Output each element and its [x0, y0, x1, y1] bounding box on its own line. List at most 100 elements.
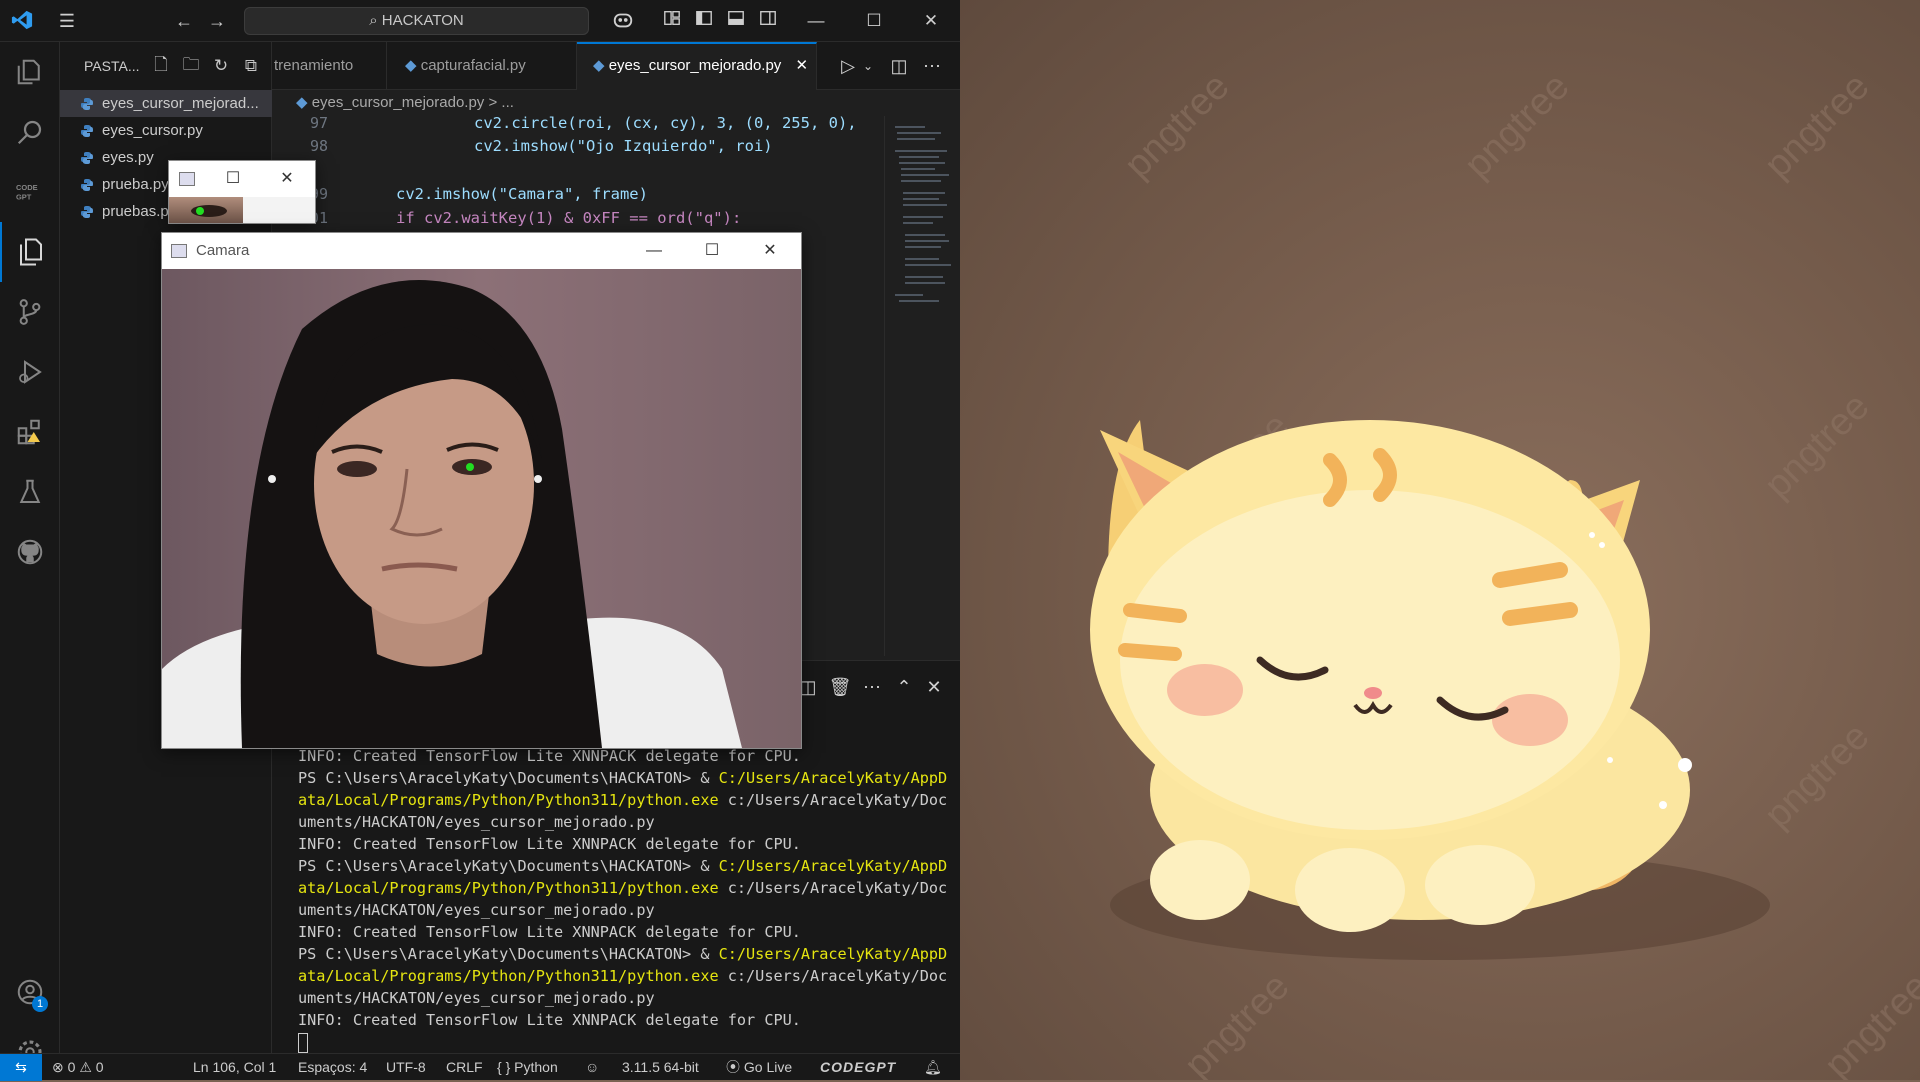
terminal-line: PS C:\Users\AracelyKaty\Documents\HACKAT… [298, 769, 948, 787]
new-file-icon[interactable]: 🗋 [146, 51, 176, 81]
close-button[interactable]: ✕ [742, 233, 798, 269]
split-editor-icon[interactable]: ◫ [887, 54, 911, 78]
run-debug-icon[interactable] [0, 342, 60, 402]
camera-window[interactable]: Camara — ☐ ✕ [161, 232, 802, 749]
python-file-icon [81, 179, 93, 191]
end-of-line[interactable]: CRLF [446, 1054, 483, 1081]
maximize-panel-icon[interactable]: ⌃ [892, 675, 916, 699]
close-button[interactable]: ✕ [902, 0, 960, 42]
back-arrow-icon[interactable]: ← [172, 9, 196, 33]
command-center-search[interactable]: ⌕ HACKATON [244, 7, 589, 35]
eye-roi-window[interactable]: ☐ ✕ [168, 160, 316, 224]
terminal-line: INFO: Created TensorFlow Lite XNNPACK de… [298, 835, 801, 853]
watermark-text: pngtree [1177, 966, 1298, 1080]
python-file-icon: ◆ [593, 57, 609, 74]
terminal-line: uments/HACKATON/eyes_cursor_mejorado.py [298, 989, 655, 1007]
tab-trenamiento[interactable]: trenamiento [272, 42, 387, 90]
minimap[interactable] [884, 116, 960, 656]
code-line[interactable]: cv2.imshow("Ojo Izquierdo", roi) [474, 137, 773, 155]
github-icon[interactable] [0, 522, 60, 582]
minimize-button[interactable]: — [626, 233, 682, 269]
language-mode[interactable]: { } Python [497, 1054, 558, 1081]
collapse-all-icon[interactable]: ⧉ [236, 51, 266, 81]
problems-indicator[interactable]: ⊗ 0 ⚠ 0 [52, 1054, 104, 1081]
refresh-icon[interactable]: ↻ [206, 51, 236, 81]
error-icon: ⊗ [52, 1059, 68, 1075]
encoding[interactable]: UTF-8 [386, 1054, 426, 1081]
camera-window-title: Camara [196, 242, 250, 259]
toggle-primary-sidebar-icon[interactable] [692, 9, 716, 33]
file-item[interactable]: eyes_cursor_mejorad... [60, 90, 272, 117]
code-line[interactable]: cv2.circle(roi, (cx, cy), 3, (0, 255, 0)… [474, 114, 857, 132]
code-line[interactable]: if cv2.waitKey(1) & 0xFF == ord("q"): [396, 209, 741, 227]
python-file-icon [81, 152, 93, 164]
chevron-down-icon[interactable]: ⌄ [856, 54, 880, 78]
terminal-line: PS C:\Users\AracelyKaty\Documents\HACKAT… [298, 857, 948, 875]
file-name: prueba.py [102, 176, 169, 193]
watermark-text: pngtree [1117, 66, 1238, 187]
eye-roi-titlebar[interactable]: ☐ ✕ [169, 161, 315, 197]
breadcrumb: ◆ eyes_cursor_mejorado.py > ... [272, 90, 960, 116]
copilot-icon[interactable] [605, 9, 641, 33]
testing-flask-icon[interactable] [0, 462, 60, 522]
extensions-icon[interactable] [0, 402, 60, 462]
cursor-position[interactable]: Ln 106, Col 1 [193, 1054, 276, 1081]
file-name: eyes.py [102, 149, 154, 166]
close-panel-icon[interactable]: ✕ [922, 675, 946, 699]
menu-hamburger-icon[interactable]: ☰ [55, 9, 79, 33]
trash-icon[interactable]: 🗑 [828, 675, 852, 699]
activity-bar: CODEGPT 1 1 [0, 42, 60, 1072]
svg-text:GPT: GPT [16, 193, 32, 202]
title-bar: ☰ ← → ⌕ HACKATON — ☐ ✕ [0, 0, 960, 42]
svg-text:CODE: CODE [16, 183, 38, 192]
explorer-icon[interactable] [0, 42, 60, 102]
maximize-button[interactable]: ☐ [684, 233, 740, 269]
python-file-icon: ◆ [405, 57, 421, 74]
watermark-text: pngtree [1817, 966, 1920, 1080]
new-folder-icon[interactable]: 🗀 [176, 51, 206, 81]
toggle-secondary-sidebar-icon[interactable] [756, 9, 780, 33]
watermark-text: pngtree [1757, 716, 1878, 837]
go-live-button[interactable]: ⦿ Go Live [726, 1054, 792, 1081]
toggle-panel-icon[interactable] [724, 9, 748, 33]
broadcast-icon: ⦿ [726, 1059, 744, 1075]
maximize-button[interactable]: ☐ [205, 161, 261, 197]
close-button[interactable]: ✕ [259, 161, 315, 197]
remote-indicator-icon[interactable]: ⇆ [0, 1054, 42, 1081]
breadcrumb-more[interactable]: ... [501, 94, 514, 111]
line-number: 97 [309, 114, 328, 132]
watermark-text: pngtree [1757, 66, 1878, 187]
copilot-status-icon[interactable]: ☺ [585, 1054, 599, 1081]
accounts-icon[interactable]: 1 [0, 962, 60, 1022]
search-icon[interactable] [0, 102, 60, 162]
minimize-button[interactable]: — [787, 0, 845, 42]
close-tab-icon[interactable]: ✕ [795, 57, 808, 74]
indentation[interactable]: Espaços: 4 [298, 1054, 367, 1081]
customize-layout-icon[interactable] [660, 9, 684, 33]
file-item[interactable]: eyes_cursor.py [60, 117, 272, 144]
python-interpreter[interactable]: 3.11.5 64-bit [622, 1054, 699, 1081]
source-control-icon[interactable] [0, 282, 60, 342]
opencv-window-icon [171, 244, 187, 258]
camera-titlebar[interactable]: Camara — ☐ ✕ [162, 233, 801, 269]
braces-icon: { } [497, 1059, 515, 1075]
eye-roi-image [169, 197, 243, 223]
tab-capturafacial[interactable]: ◆ capturafacial.py [387, 42, 577, 90]
terminal-cursor[interactable] [298, 1033, 308, 1053]
explorer-active-icon[interactable] [0, 222, 60, 282]
codegpt-status[interactable]: CODEGPT [820, 1054, 896, 1081]
code-line[interactable]: cv2.imshow("Camara", frame) [396, 185, 648, 203]
notifications-bell-icon[interactable]: 🔔︎ [924, 1054, 942, 1081]
codegpt-icon[interactable]: CODE GPT [0, 162, 60, 222]
forward-arrow-icon[interactable]: → [205, 9, 229, 33]
python-file-icon [81, 206, 93, 218]
breadcrumb-file[interactable]: eyes_cursor_mejorado.py [312, 94, 485, 111]
tab-eyes-cursor-mejorado[interactable]: ◆ eyes_cursor_mejorado.py ✕ [577, 42, 817, 90]
warning-icon: ⚠ [79, 1059, 96, 1075]
status-bar: ⇆ ⊗ 0 ⚠ 0 Ln 106, Col 1 Espaços: 4 UTF-8… [0, 1053, 960, 1081]
more-actions-icon[interactable]: ⋯ [920, 54, 944, 78]
maximize-button[interactable]: ☐ [845, 0, 903, 42]
more-actions-icon[interactable]: ⋯ [860, 675, 884, 699]
terminal-line: uments/HACKATON/eyes_cursor_mejorado.py [298, 813, 655, 831]
terminal-line: ata/Local/Programs/Python/Python311/pyth… [298, 879, 948, 897]
